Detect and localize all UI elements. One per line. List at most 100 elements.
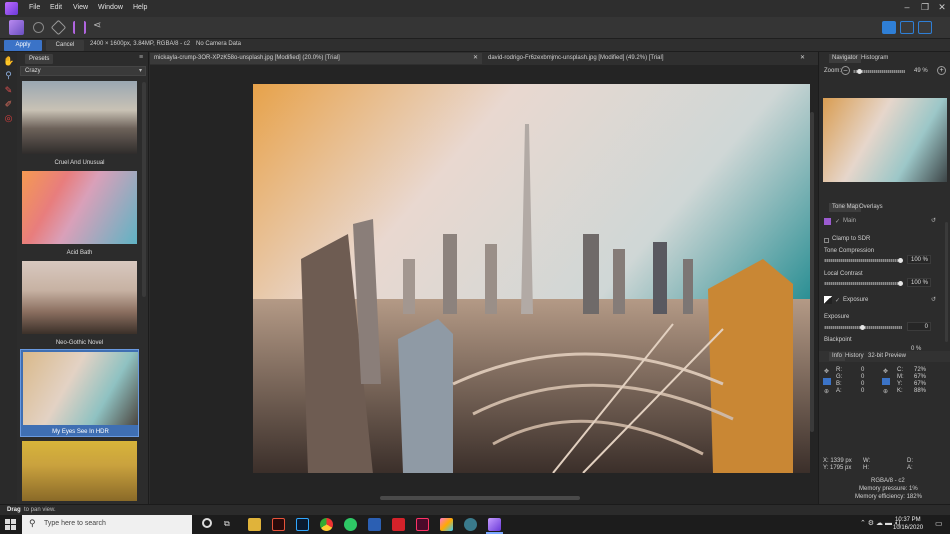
restore-icon[interactable]: ❐ — [919, 2, 931, 14]
info-r-value: 0 — [861, 367, 865, 373]
memory-pressure: Memory pressure: 1% — [859, 486, 918, 492]
vertical-scrollbar[interactable] — [810, 112, 814, 432]
preset-neo-gothic-novel[interactable]: Neo-Gothic Novel — [20, 259, 139, 347]
menu-edit[interactable]: Edit — [50, 4, 62, 11]
reset-icon[interactable]: ↺ — [931, 296, 936, 303]
zoom-tool-icon[interactable]: ⚲ — [3, 70, 14, 81]
tab-histogram[interactable]: Histogram — [861, 54, 888, 63]
close-icon[interactable]: ✕ — [800, 53, 805, 64]
hand-tool-icon[interactable]: ✋ — [3, 56, 14, 67]
local-contrast-slider[interactable] — [824, 282, 902, 285]
clock-time[interactable]: 10:37 PM — [895, 517, 921, 523]
view-mode-split-icon[interactable] — [900, 21, 914, 34]
file-explorer-icon[interactable] — [248, 518, 261, 531]
panel-menu-icon[interactable]: ≡ — [139, 54, 143, 61]
word-icon[interactable] — [368, 518, 381, 531]
dubai-cityscape-image — [253, 84, 810, 473]
tab-tone-map[interactable]: Tone Map — [829, 203, 862, 212]
crosshair-icon[interactable]: ⊕ — [824, 388, 829, 395]
preset-cruel-and-unusual[interactable]: Cruel And Unusual — [20, 79, 139, 167]
exposure-knob[interactable] — [860, 325, 865, 330]
erase-brush-icon[interactable]: ✐ — [3, 99, 14, 110]
preset-item[interactable] — [20, 439, 139, 501]
checkbox-icon[interactable]: ✓ — [835, 297, 840, 304]
horizontal-scrollbar[interactable] — [380, 496, 580, 500]
tone-compression-slider[interactable] — [824, 259, 902, 262]
preset-label: Cruel And Unusual — [54, 160, 105, 166]
affinity-photo-taskbar-icon[interactable] — [488, 518, 501, 531]
tab-history[interactable]: History — [845, 352, 864, 361]
chat-app-icon[interactable] — [344, 518, 357, 531]
tone-mapping-persona-icon[interactable] — [73, 21, 86, 34]
tab-document-2[interactable]: david-rodrigo-Fr6zexbmjmc-unsplash.jpg [… — [484, 53, 809, 64]
cortana-icon[interactable] — [202, 518, 212, 528]
tab-presets[interactable]: Presets — [25, 54, 54, 64]
tab-info[interactable]: Info — [829, 352, 846, 361]
info-c-key: C: — [897, 367, 903, 373]
clone-brush-icon[interactable]: ◎ — [3, 113, 14, 124]
checkbox-icon[interactable]: ✓ — [835, 218, 840, 225]
menu-window[interactable]: Window — [98, 4, 123, 11]
info-w: W: — [863, 458, 871, 464]
local-contrast-knob[interactable] — [898, 281, 903, 286]
tone-compression-label: Tone Compression — [824, 248, 875, 254]
zoom-slider-knob[interactable] — [857, 69, 862, 74]
close-icon[interactable]: ✕ — [473, 53, 478, 64]
pointer-icon[interactable] — [882, 378, 890, 385]
tab-navigator[interactable]: Navigator — [829, 54, 861, 63]
status-bold: Drag — [7, 507, 21, 513]
task-view-icon[interactable]: ⧉ — [224, 519, 230, 529]
menu-file[interactable]: File — [29, 4, 40, 11]
reset-icon[interactable]: ↺ — [931, 217, 936, 224]
chrome-icon[interactable] — [320, 518, 333, 531]
liquify-persona-icon[interactable] — [33, 22, 44, 33]
preset-acid-bath[interactable]: Acid Bath — [20, 169, 139, 257]
view-mode-mirror-icon[interactable] — [918, 21, 932, 34]
local-contrast-value[interactable]: 100 % — [907, 278, 931, 287]
preset-category-select[interactable]: Crazy ▾ — [20, 66, 146, 76]
view-mode-single-icon[interactable] — [882, 21, 896, 34]
indesign-icon[interactable] — [416, 518, 429, 531]
zoom-in-icon[interactable]: + — [937, 66, 946, 75]
close-icon[interactable]: ✕ — [936, 2, 948, 14]
notifications-icon[interactable]: ▭ — [935, 519, 943, 528]
menu-help[interactable]: Help — [133, 4, 147, 11]
menu-view[interactable]: View — [73, 4, 88, 11]
color-picker-icon[interactable]: ✥ — [883, 368, 888, 375]
navigator-thumbnail[interactable] — [823, 98, 947, 182]
zoom-out-icon[interactable]: – — [841, 66, 850, 75]
develop-persona-icon[interactable] — [50, 19, 67, 36]
color-picker-icon[interactable]: ✥ — [824, 368, 829, 375]
photoshop-icon[interactable] — [296, 518, 309, 531]
cancel-button[interactable]: Cancel — [46, 40, 84, 51]
tab-document-1[interactable]: mickayla-crump-3OR-XPzK58o-unsplash.jpg … — [150, 53, 482, 64]
local-contrast-label: Local Contrast — [824, 271, 863, 277]
minimize-icon[interactable]: – — [901, 2, 913, 14]
exposure-value[interactable]: 0 — [907, 322, 931, 331]
clamp-label: Clamp to SDR — [832, 236, 871, 242]
photos-icon[interactable] — [440, 518, 453, 531]
windows-start-icon[interactable] — [5, 519, 16, 530]
info-d: D: — [907, 458, 913, 464]
taskbar-search-box[interactable]: ⚲ Type here to search — [22, 515, 192, 534]
preset-my-eyes-see-in-hdr[interactable]: My Eyes See In HDR — [20, 349, 139, 437]
tab-overlays[interactable]: Overlays — [859, 203, 883, 212]
share-icon[interactable]: ⋖ — [93, 20, 108, 35]
preset-label: Neo-Gothic Novel — [55, 340, 104, 346]
tone-map-scrollbar[interactable] — [945, 222, 948, 342]
clock-date[interactable]: 10/16/2020 — [893, 525, 923, 531]
acrobat-icon[interactable] — [392, 518, 405, 531]
crosshair-icon[interactable]: ⊕ — [883, 388, 888, 395]
brush-tool-icon[interactable]: ✎ — [3, 85, 14, 96]
tab-32-bit-preview[interactable]: 32-bit Preview — [868, 352, 906, 361]
clamp-checkbox[interactable] — [824, 238, 829, 243]
tone-compression-knob[interactable] — [898, 258, 903, 263]
illustrator-icon[interactable] — [272, 518, 285, 531]
apply-button[interactable]: Apply — [4, 40, 42, 51]
pointer-icon[interactable] — [823, 378, 831, 385]
photo-persona-icon[interactable] — [9, 20, 24, 35]
image-canvas[interactable] — [253, 84, 810, 473]
presets-scrollbar[interactable] — [142, 82, 146, 297]
browser-icon[interactable] — [464, 518, 477, 531]
tone-compression-value[interactable]: 100 % — [907, 255, 931, 264]
